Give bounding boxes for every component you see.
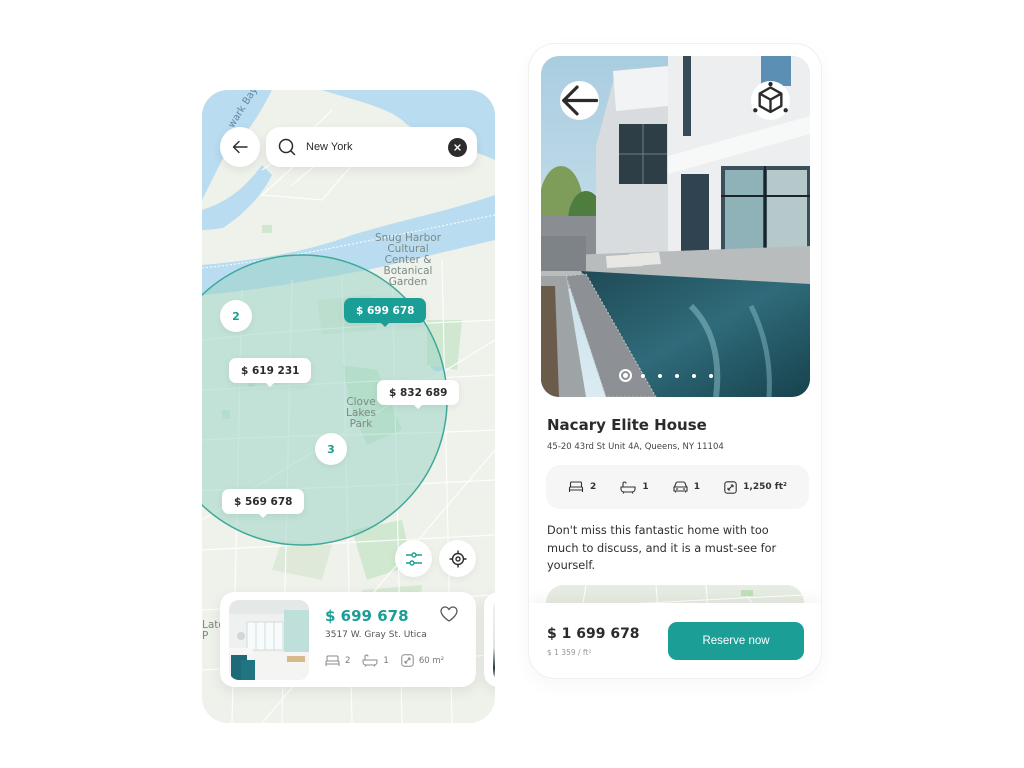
view-3d-button[interactable] [751,81,790,120]
cube-3d-icon [753,81,788,114]
back-button[interactable] [220,127,260,167]
bathrooms-count: 1 [642,482,649,492]
map-label-snug-harbor: Snug Harbor Cultural Center & Botanical … [374,232,442,288]
search-input[interactable]: New York [306,141,448,153]
close-icon [454,143,461,151]
feature-parking: 1 [673,481,700,493]
bed-icon [568,481,584,492]
listing-bathrooms: 1 [383,655,389,666]
my-location-button[interactable] [439,540,476,577]
listing-address: 3517 W. Gray St. Utica [325,630,427,640]
sliders-icon [405,551,422,566]
detail-back-button[interactable] [560,81,599,120]
map-cluster-marker[interactable]: 2 [220,300,252,332]
listing-thumbnail [229,600,309,680]
pagination-dot[interactable] [658,373,662,378]
favorite-button[interactable] [440,606,460,626]
map-screen: wark Bay Snug Harbor Cultural Center & B… [202,90,495,723]
clear-search-button[interactable] [448,137,467,157]
filter-button[interactable] [395,540,432,577]
bedrooms-count: 2 [590,482,597,492]
price-per-sqft: $ 1 359 / ft² [547,648,592,657]
crosshair-icon [449,550,466,567]
property-features: 2 1 1 1,250 ft² [546,465,809,509]
listing-bedrooms: 2 [345,655,351,666]
property-title: Nacary Elite House [547,416,707,434]
next-listing-thumbnail [493,600,495,680]
feature-area: 1,250 ft² [724,480,787,494]
property-detail-screen: Nacary Elite House 45-20 43rd St Unit 4A… [529,44,821,678]
property-address: 45-20 43rd St Unit 4A, Queens, NY 11104 [547,442,724,452]
map-price-pin[interactable]: $ 832 689 [377,380,460,409]
reserve-now-button[interactable]: Reserve now [668,622,804,660]
listing-card[interactable]: $ 699 678 3517 W. Gray St. Utica 2 1 60 … [220,592,476,687]
area-icon [401,654,414,667]
property-image-gallery[interactable] [541,56,810,397]
parking-count: 1 [693,482,701,492]
booking-bar: $ 1 699 678 $ 1 359 / ft² Reserve now [529,603,821,678]
bed-icon [325,655,340,666]
search-icon [278,138,296,156]
heart-icon [440,606,458,622]
listing-area: 60 m² [418,655,445,666]
next-listing-card[interactable] [484,592,495,687]
search-field[interactable]: New York [266,127,477,167]
listing-features: 2 1 60 m² [325,654,452,667]
arrow-left-icon [562,85,599,116]
bathtub-icon [620,480,636,494]
pagination-dot[interactable] [692,373,696,378]
pagination-dot-active[interactable] [619,369,632,382]
map-cluster-marker[interactable]: 3 [315,433,347,465]
arrow-left-icon [232,140,248,154]
map-price-pin-selected[interactable]: $ 699 678 [344,298,427,327]
map-price-pin[interactable]: $ 619 231 [229,358,312,387]
pagination-dot[interactable] [709,373,713,378]
feature-bathrooms: 1 [620,480,649,494]
pagination-dot[interactable] [675,373,679,378]
gallery-pagination [619,369,713,382]
feature-bedrooms: 2 [568,481,596,493]
total-price: $ 1 699 678 [547,626,640,642]
listing-price: $ 699 678 [325,607,409,625]
property-description: Don't miss this fantastic home with too … [547,524,777,572]
bathtub-icon [362,654,378,667]
area-icon [724,480,737,494]
map-price-pin[interactable]: $ 569 678 [222,489,305,518]
area-value: 1,250 ft² [743,482,787,492]
car-icon [673,481,688,493]
pagination-dot[interactable] [641,373,645,378]
